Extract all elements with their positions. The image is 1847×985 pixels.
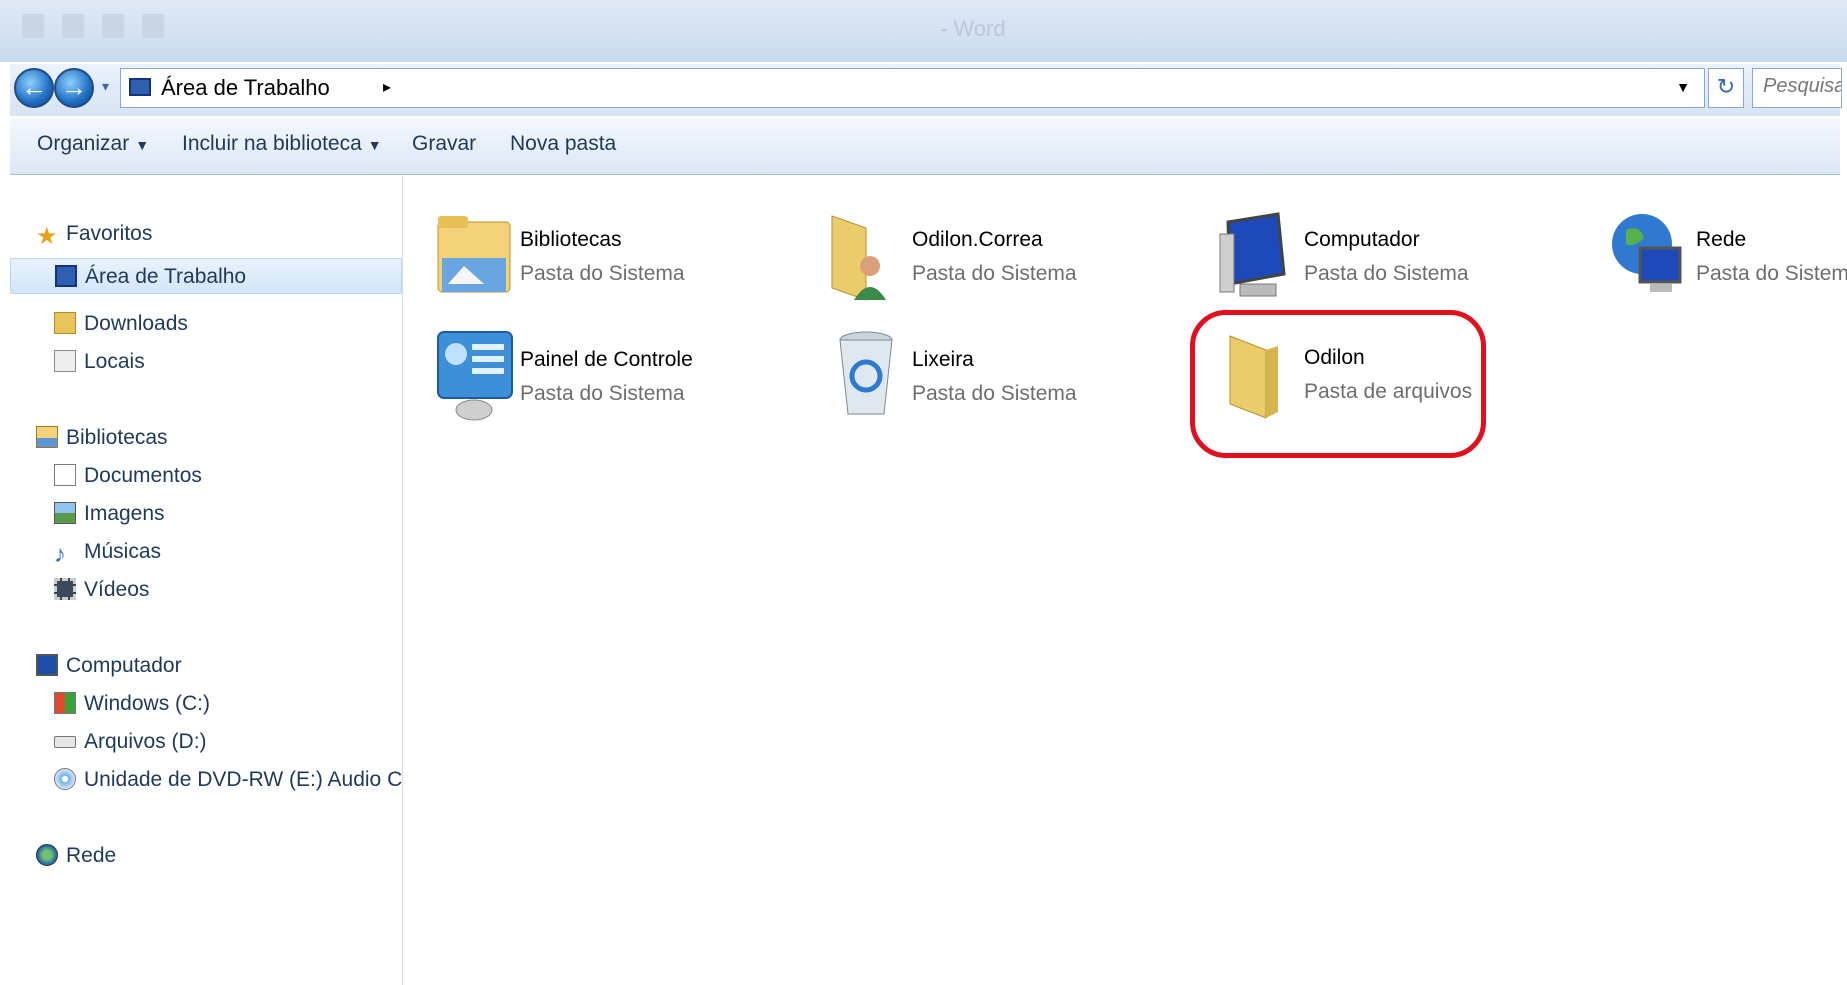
item-description: Pasta do Sistema (520, 262, 685, 285)
item-name: Lixeira (912, 348, 974, 371)
organize-menu[interactable]: Organizar ▼ (37, 132, 149, 156)
sidebar-item-label: Locais (84, 350, 145, 373)
include-library-menu[interactable]: Incluir na biblioteca ▼ (182, 132, 382, 156)
desktop-icon (129, 78, 151, 96)
documents-icon (54, 464, 76, 486)
hard-drive-icon (54, 736, 76, 748)
star-icon: ★ (36, 223, 58, 250)
ghost-icon (62, 14, 84, 38)
item-description: Pasta do Sistema (1696, 262, 1847, 285)
window-title: - Word (940, 16, 1006, 41)
dvd-drive-icon (54, 768, 76, 790)
desktop-item[interactable]: Painel de Controle Pasta do Sistema (434, 324, 794, 424)
address-dropdown-icon[interactable]: ▼ (1676, 79, 1690, 95)
desktop-item[interactable]: Lixeira Pasta do Sistema (826, 324, 1186, 424)
address-location[interactable]: Área de Trabalho (161, 75, 330, 101)
sidebar-item-network[interactable]: Rede (36, 844, 116, 880)
navigation-pane: ★ Favoritos Área de Trabalho Downloads Lo… (10, 176, 417, 985)
sidebar-item-music[interactable]: ♪ Músicas (54, 540, 161, 576)
sidebar-item-label: Computador (66, 654, 182, 677)
item-name: Odilon.Correa (912, 228, 1043, 251)
sidebar-item-images[interactable]: Imagens (54, 502, 165, 538)
item-description: Pasta do Sistema (520, 382, 685, 405)
sidebar-item-label: Imagens (84, 502, 165, 525)
sidebar-item-computer[interactable]: Computador (36, 654, 182, 690)
highlight-annotation (1190, 310, 1486, 458)
desktop-item[interactable]: Odilon.Correa Pasta do Sistema (826, 204, 1186, 304)
recycle-bin-icon (839, 331, 893, 415)
ghost-icon (22, 14, 44, 38)
sidebar-item-drive-e[interactable]: Unidade de DVD-RW (E:) Audio CD (54, 768, 417, 804)
forward-button[interactable]: → (54, 68, 94, 108)
sidebar-item-label: Vídeos (84, 578, 150, 601)
navigation-bar: ← → ▾ Área de Trabalho ▸ ▼ ↻ Pesquisar..… (10, 64, 1842, 116)
sidebar-item-drive-c[interactable]: Windows (C:) (54, 692, 210, 728)
recent-places-icon (54, 350, 76, 372)
back-button[interactable]: ← (14, 68, 54, 108)
desktop-item[interactable]: Computador Pasta do Sistema (1218, 204, 1578, 304)
chevron-down-icon: ▼ (367, 137, 382, 153)
sidebar-item-label: Arquivos (D:) (84, 730, 207, 753)
windows-drive-icon (54, 692, 76, 714)
libraries-folder-icon (437, 216, 511, 293)
sidebar-item-label: Rede (66, 844, 117, 867)
desktop-item[interactable]: Rede Pasta do Sistema (1610, 204, 1847, 304)
sidebar-item-videos[interactable]: Vídeos (54, 578, 149, 614)
title-bar: - Word (0, 0, 1847, 62)
sidebar-item-downloads[interactable]: Downloads (54, 312, 188, 348)
desktop-item[interactable]: Bibliotecas Pasta do Sistema (434, 204, 794, 304)
address-bar[interactable]: Área de Trabalho ▸ ▼ (120, 68, 1705, 108)
new-folder-button[interactable]: Nova pasta (510, 132, 616, 156)
ghost-icon (102, 14, 124, 38)
sidebar-item-drive-d[interactable]: Arquivos (D:) (54, 730, 207, 766)
burn-button[interactable]: Gravar (412, 132, 476, 156)
sidebar-item-label: Bibliotecas (66, 426, 168, 449)
downloads-folder-icon (54, 312, 76, 334)
search-input[interactable]: Pesquisar... (1752, 68, 1842, 108)
item-name: Bibliotecas (520, 228, 622, 251)
include-library-label: Incluir na biblioteca (182, 132, 362, 155)
film-strip-icon (54, 578, 76, 600)
recent-pages-dropdown-icon[interactable]: ▾ (102, 78, 109, 95)
item-name: Computador (1304, 228, 1420, 251)
chevron-down-icon: ▼ (135, 137, 150, 153)
content-pane: Bibliotecas Pasta do Sistema Odilon.Corr… (404, 176, 1847, 985)
libraries-icon (36, 426, 58, 448)
sidebar-item-label: Documentos (84, 464, 202, 487)
sidebar-item-documents[interactable]: Documentos (54, 464, 202, 500)
item-name: Rede (1696, 228, 1747, 251)
organize-label: Organizar (37, 132, 130, 155)
sidebar-item-label: Músicas (84, 540, 162, 563)
refresh-button[interactable]: ↻ (1708, 68, 1744, 108)
network-icon (36, 844, 58, 866)
images-icon (54, 502, 76, 524)
sidebar-item-label: Área de Trabalho (85, 265, 247, 288)
sidebar-item-desktop[interactable]: Área de Trabalho (10, 258, 402, 294)
command-bar: Organizar ▼ Incluir na biblioteca ▼ Gravar… (10, 118, 1840, 175)
item-name: Painel de Controle (520, 348, 693, 371)
ghost-icon (142, 14, 164, 38)
computer-icon (1219, 212, 1286, 297)
sidebar-item-label: Favoritos (66, 222, 153, 245)
network-globe-icon (1612, 214, 1682, 292)
desktop-icon (55, 265, 77, 287)
quick-access-toolbar (22, 14, 164, 38)
item-description: Pasta do Sistema (912, 382, 1077, 405)
item-description: Pasta do Sistema (1304, 262, 1469, 285)
computer-icon (36, 654, 58, 676)
control-panel-icon (437, 331, 513, 421)
user-folder-icon (831, 215, 886, 301)
sidebar-item-favorites[interactable]: ★ Favoritos (36, 222, 152, 258)
sidebar-item-places[interactable]: Locais (54, 350, 145, 386)
sidebar-item-label: Unidade de DVD-RW (E:) Audio CD (84, 768, 418, 791)
sidebar-item-label: Downloads (84, 312, 188, 335)
sidebar-item-libraries[interactable]: Bibliotecas (36, 426, 168, 462)
music-note-icon: ♪ (54, 541, 66, 568)
item-description: Pasta do Sistema (912, 262, 1077, 285)
breadcrumb-arrow-icon[interactable]: ▸ (383, 77, 391, 97)
sidebar-item-label: Windows (C:) (84, 692, 211, 715)
